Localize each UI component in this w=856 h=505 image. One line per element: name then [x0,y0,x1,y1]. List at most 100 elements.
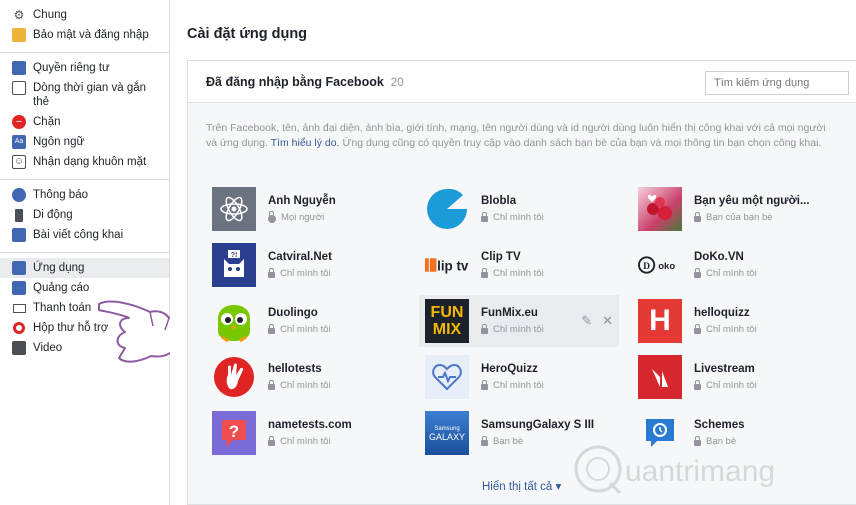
watermark-text: uantrimang [625,455,775,488]
sidebar-item-label: Ứng dụng [33,262,85,274]
rss-icon [12,228,26,242]
cat-icon: ?! [212,243,256,287]
app-name: HeroQuizz [481,363,538,375]
app-tile[interactable]: Duolingo Chỉ mình tôi [206,295,406,347]
app-privacy: Chỉ mình tôi [268,323,331,335]
sidebar-item-mobile[interactable]: Di động [0,205,169,225]
page-title: Cài đặt ứng dụng [187,26,308,42]
sidebar-item-security[interactable]: Bảo mật và đăng nhập [0,25,169,45]
app-tile[interactable]: FUN MIX FunMix.eu Chỉ mình tôi ✎ ✕ [419,295,619,347]
sidebar-item-label: Quyền riêng tư [33,62,110,74]
description-text-2: Ứng dụng cũng có quyền truy cập vào danh… [342,137,822,149]
sidebar-item-face-recognition[interactable]: ☺ Nhận dạng khuôn mặt [0,152,169,172]
mobile-icon [12,208,26,222]
app-name: Clip TV [481,251,521,263]
lock-small-icon [481,323,488,334]
language-icon: Aa [12,135,26,149]
close-icon[interactable]: ✕ [602,313,613,329]
heart-icon [425,355,469,399]
sidebar-item-apps[interactable]: Ứng dụng [0,258,169,278]
app-privacy-label: Chỉ mình tôi [493,380,544,391]
lock-small-icon [694,267,701,278]
lock-small-icon [481,267,488,278]
sidebar-item-block[interactable]: – Chặn [0,112,169,132]
app-tile[interactable]: HeroQuizz Chỉ mình tôi [419,351,619,403]
pencil-icon[interactable]: ✎ [581,313,592,329]
settings-sidebar: ⚙ Chung Bảo mật và đăng nhập Quyền riêng… [0,0,170,505]
owl-icon [212,299,256,343]
show-all-link[interactable]: Hiển thị tất cả ▾ [482,479,561,493]
app-tile[interactable]: lip tv Clip TV Chỉ mình tôi [419,239,619,291]
app-privacy-label: Chỉ mình tôi [706,324,757,335]
app-tile[interactable]: ? nametests.com Chỉ mình tôi [206,407,406,459]
app-tile[interactable]: Anh Nguyễn Mọi người [206,183,406,235]
app-privacy: Chỉ mình tôi [481,379,544,391]
app-search-input[interactable] [705,71,849,95]
app-privacy: Chỉ mình tôi [481,211,544,223]
svg-text:lip tv: lip tv [437,259,469,274]
app-tile[interactable]: hellotests Chỉ mình tôi [206,351,406,403]
app-name: Livestream [694,363,755,375]
funmix-fun-text: FUN [430,304,464,321]
app-tile[interactable]: ?! Catviral.Net Chỉ mình tôi [206,239,406,291]
app-name: Duolingo [268,307,318,319]
funmix-icon: FUN MIX [425,299,469,343]
app-privacy-label: Chỉ mình tôi [280,268,331,279]
app-tile[interactable]: Blobla Chỉ mình tôi [419,183,619,235]
lock-icon [12,61,26,75]
ads-icon [12,281,26,295]
h-icon: H [638,299,682,343]
app-name: Blobla [481,195,517,207]
app-name: SamsungGalaxy S III [481,419,595,431]
sidebar-item-public-posts[interactable]: Bài viết công khai [0,225,169,245]
sidebar-item-timeline[interactable]: Dòng thời gian và gắn thẻ [0,78,169,112]
sidebar-item-general[interactable]: ⚙ Chung [0,5,169,25]
sidebar-item-label: Dòng thời gian và gắn thẻ [33,82,147,108]
question-icon: ? [212,411,256,455]
app-privacy: Chỉ mình tôi [481,323,544,335]
app-privacy-label: Chỉ mình tôi [493,324,544,335]
app-name: DoKo.VN [694,251,744,263]
svg-text:?!: ?! [231,252,238,259]
lifebuoy-icon [12,321,26,335]
app-tile[interactable]: Bạn yêu một người... Bạn của bạn bè [632,183,832,235]
app-tile[interactable]: Livestream Chỉ mình tôi [632,351,832,403]
watermark-logo: uantrimang [574,445,775,495]
svg-text:?: ? [229,422,239,441]
svg-text:oko: oko [658,261,675,272]
app-privacy-label: Chỉ mình tôi [706,380,757,391]
globe-icon [12,188,26,202]
app-name: Anh Nguyễn [268,195,336,207]
galaxy-model-text: GALAXY [428,432,466,442]
sidebar-item-language[interactable]: Aa Ngôn ngữ [0,132,169,152]
app-name: Catviral.Net [268,251,332,263]
sidebar-item-notifications[interactable]: Thông báo [0,185,169,205]
panel-description: Trên Facebook, tên, ảnh đại diện, ảnh bì… [206,121,831,151]
galaxy-icon: Samsung GALAXY [425,411,469,455]
panel-title-text: Đã đăng nhập bằng Facebook [206,75,384,89]
app-tile[interactable]: Doko DoKo.VN Chỉ mình tôi [632,239,832,291]
app-name: nametests.com [268,419,352,431]
app-privacy: Chỉ mình tôi [481,267,544,279]
sidebar-item-label: Nhận dạng khuôn mặt [33,156,147,168]
sidebar-item-label: Quảng cáo [33,282,90,294]
face-icon: ☺ [12,155,26,169]
app-privacy: Mọi người [268,210,325,223]
app-tile[interactable]: H helloquizz Chỉ mình tôi [632,295,832,347]
app-privacy-label: Chỉ mình tôi [280,436,331,447]
app-privacy-label: Mọi người [281,212,325,223]
app-name: helloquizz [694,307,750,319]
svg-text:D: D [643,261,650,272]
lock-small-icon [268,379,275,390]
app-privacy: Chỉ mình tôi [694,267,757,279]
lock-small-icon [268,435,275,446]
sidebar-item-label: Video [33,342,63,354]
sidebar-item-label: Bài viết công khai [33,229,124,241]
app-privacy: Bạn bè [481,435,523,447]
doko-icon: Doko [638,243,682,287]
learn-why-link[interactable]: Tìm hiểu lý do. [271,137,340,149]
sidebar-item-privacy[interactable]: Quyền riêng tư [0,58,169,78]
sidebar-item-label: Di động [33,209,73,221]
app-privacy-label: Bạn của bạn bè [706,212,773,223]
app-name: Bạn yêu một người... [694,195,810,207]
